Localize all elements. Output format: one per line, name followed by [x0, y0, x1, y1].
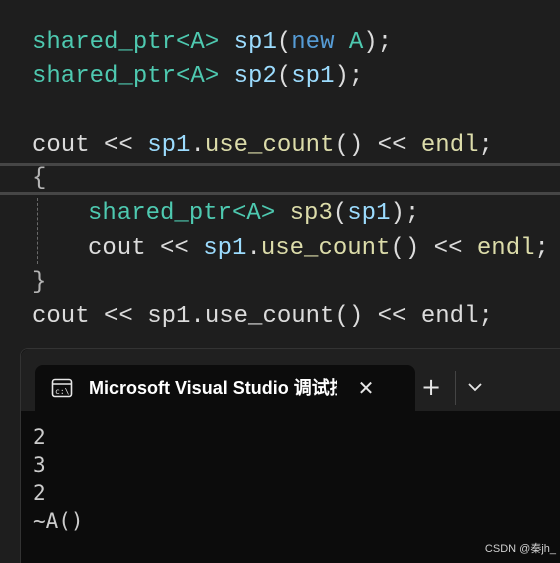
paren-token: ( [332, 200, 348, 227]
variable-token: sp1 [147, 132, 191, 159]
svg-text:c:\: c:\ [55, 387, 70, 396]
code-line-2[interactable]: shared_ptr<A> sp2(sp1); [32, 60, 363, 94]
variable-token: sp1 [233, 29, 277, 56]
variable-token: sp2 [233, 63, 277, 90]
dot-token: . [190, 132, 205, 159]
console-icon: c:\ [51, 377, 73, 399]
tab-title: Microsoft Visual Studio 调试控制台 [89, 378, 337, 398]
variable-token: sp3 [289, 200, 333, 227]
terminal-tab-bar: c:\ Microsoft Visual Studio 调试控制台 ✕ + [21, 349, 560, 411]
output-line: 2 [33, 481, 46, 505]
console-output: 2 3 2 ~A() [33, 423, 84, 535]
operator-token: () << [390, 235, 477, 262]
paren-token: ( [276, 63, 292, 90]
function-token: endl [476, 235, 535, 262]
code-text: cout << sp1.use_count() << endl; [32, 303, 493, 330]
code-line-3[interactable]: cout << sp1.use_count() << endl; [32, 129, 493, 163]
variable-token: sp1 [347, 200, 391, 227]
cout-token: cout << [88, 235, 204, 262]
watermark: CSDN @秦jh_ [484, 543, 556, 555]
punctuation-token: ); [390, 200, 420, 227]
punctuation-token: ; [478, 132, 493, 159]
brace-token: { [32, 165, 47, 192]
debug-console-window[interactable]: c:\ Microsoft Visual Studio 调试控制台 ✕ + 2 3… [20, 348, 560, 563]
code-line-6[interactable]: cout << sp1.use_count() << endl; [88, 232, 549, 266]
function-token: use_count [204, 132, 335, 159]
code-line-1[interactable]: shared_ptr<A> sp1(new A); [32, 26, 392, 60]
output-line: 2 [33, 425, 46, 449]
variable-token: sp1 [203, 235, 247, 262]
type-token: shared_ptr<A> [88, 200, 276, 227]
type-token: shared_ptr<A> [32, 63, 220, 90]
operator-token: () << [334, 132, 421, 159]
current-line-highlight [0, 163, 560, 195]
punctuation-token: ); [363, 29, 393, 56]
close-tab-button[interactable]: ✕ [353, 375, 379, 401]
code-editor[interactable]: shared_ptr<A> sp1(new A); shared_ptr<A> … [0, 0, 560, 350]
output-line: 3 [33, 453, 46, 477]
punctuation-token: ); [334, 63, 364, 90]
function-token: endl [420, 132, 479, 159]
code-line-5[interactable]: shared_ptr<A> sp3(sp1); [88, 197, 419, 231]
terminal-tab[interactable]: c:\ Microsoft Visual Studio 调试控制台 ✕ [35, 365, 415, 411]
chevron-down-icon[interactable] [461, 373, 489, 401]
code-line-8[interactable]: cout << sp1.use_count() << endl; [32, 300, 493, 334]
new-tab-button[interactable]: + [415, 373, 447, 401]
paren-token: ( [276, 29, 292, 56]
function-token: use_count [260, 235, 391, 262]
code-line-7[interactable]: } [32, 266, 46, 300]
type-token: A [348, 29, 364, 56]
output-line: ~A() [33, 509, 84, 533]
variable-token: sp1 [291, 63, 335, 90]
dot-token: . [246, 235, 261, 262]
punctuation-token: ; [534, 235, 549, 262]
type-token: shared_ptr<A> [32, 29, 220, 56]
indent-guide [37, 198, 38, 264]
brace-token: } [32, 269, 47, 296]
cout-token: cout << [32, 132, 148, 159]
keyword-token: new [291, 29, 335, 56]
tab-separator [455, 371, 456, 405]
code-line-4[interactable]: { [32, 162, 46, 196]
